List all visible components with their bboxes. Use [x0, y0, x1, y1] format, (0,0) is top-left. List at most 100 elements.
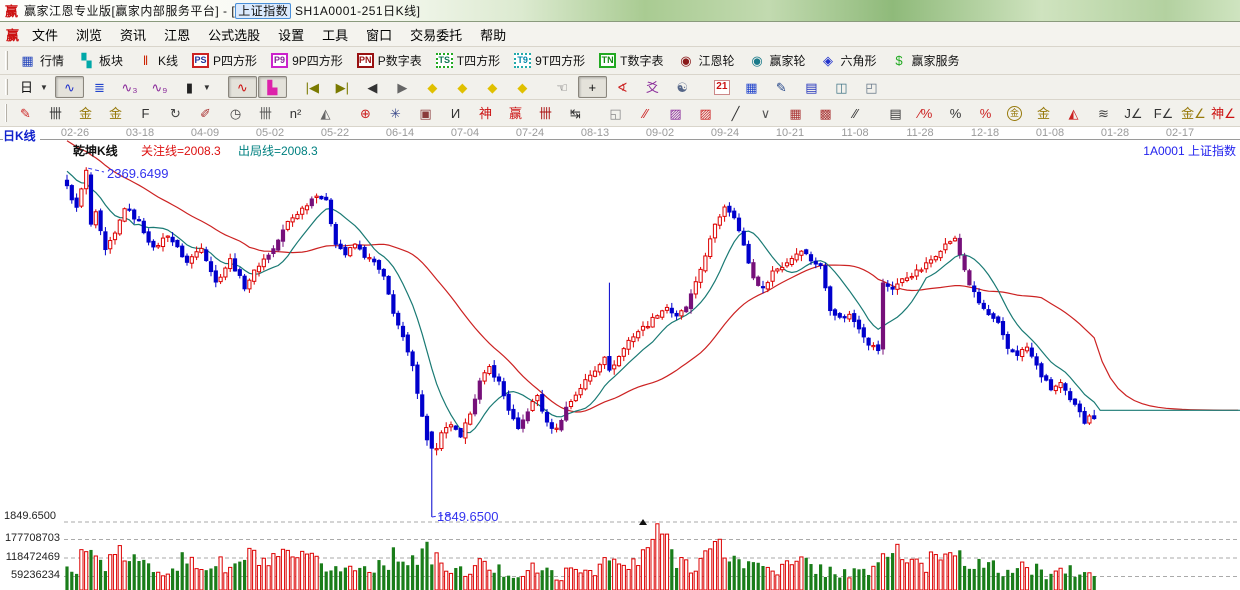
k-mark-tool[interactable]: И — [441, 102, 470, 124]
chart-canvas[interactable] — [0, 140, 1240, 590]
shen-tool[interactable]: 神 — [471, 102, 500, 124]
sectors-button[interactable]: ▚ 板块 — [72, 50, 129, 72]
wave-9-icon[interactable]: ∿₉ — [145, 76, 174, 98]
spiral-tool[interactable]: ↻ — [161, 102, 190, 124]
angle-measure-button[interactable]: ∢ — [608, 76, 637, 98]
ray-box-tool[interactable]: ▨ — [661, 102, 690, 124]
analysis-button[interactable]: ☯ — [668, 76, 697, 98]
gann-wheel-small-tool[interactable]: ⊕ — [351, 102, 380, 124]
quotes-button[interactable]: ▦ 行情 — [13, 50, 70, 72]
ruler-2-tool[interactable]: 卌 — [251, 102, 280, 124]
f-ruler-tool[interactable]: F — [131, 102, 160, 124]
gann-tools-button[interactable]: 爻 — [638, 76, 667, 98]
gold-angle-tool[interactable]: 金∠ — [1179, 102, 1208, 124]
percent-table-tool[interactable]: ▤ — [881, 102, 910, 124]
angle-guide-tool[interactable]: ◭ — [311, 102, 340, 124]
analysis-button-icon: ☯ — [676, 79, 689, 95]
check-wave-tool[interactable]: ∨ — [751, 102, 780, 124]
gold-line-tool[interactable]: 金 — [1029, 102, 1058, 124]
scale-left-button[interactable]: ◆ — [418, 76, 447, 98]
pan-hand-button[interactable]: ☜ — [548, 76, 577, 98]
parallel-lines-tool[interactable]: ∕∕ — [841, 102, 870, 124]
wave-overlay-tool[interactable]: ≋ — [1089, 102, 1118, 124]
prev-page-button[interactable]: ◀ — [358, 76, 387, 98]
square-target-tool[interactable]: ▣ — [411, 102, 440, 124]
cycle-clock-tool[interactable]: ◷ — [221, 102, 250, 124]
slash-percent-tool[interactable]: ∕% — [911, 102, 940, 124]
network-data-button[interactable]: ◫ — [827, 76, 856, 98]
first-page-button[interactable]: |◀ — [298, 76, 327, 98]
gold-circle-tool[interactable]: 金 — [1001, 102, 1028, 124]
sectors-button-icon: ▚ — [81, 53, 92, 68]
selection-box-tool[interactable]: ◱ — [601, 102, 630, 124]
trend-zigzag-icon[interactable]: ∿ — [54, 76, 84, 98]
calendar-button[interactable]: 21 — [708, 76, 736, 98]
ray-box-filled-tool[interactable]: ▨ — [691, 102, 720, 124]
menu-窗口[interactable]: 窗口 — [357, 26, 401, 45]
nine-t-square-button[interactable]: T9 9T四方形 — [508, 50, 591, 72]
golden-grid-tool[interactable]: 金 — [101, 102, 130, 124]
k-mark-tool-icon: И — [450, 105, 461, 121]
nine-t-square-button-icon: T9 — [514, 53, 532, 68]
ray-fan-tool[interactable]: ∕∕ — [631, 102, 660, 124]
chip-peak-tool[interactable]: ◭ — [1059, 102, 1088, 124]
calculator-button-icon: ▦ — [745, 79, 758, 95]
qiankun-kline-icon[interactable]: ∿ — [227, 76, 257, 98]
gann-wheel-button[interactable]: ◉ 江恩轮 — [671, 50, 740, 72]
winner-wheel-button[interactable]: ◉ 赢家轮 — [742, 50, 811, 72]
trend-line-tool-icon: ╱ — [731, 105, 740, 121]
winner-service-button[interactable]: $ 赢家服务 — [885, 50, 966, 72]
low-price-label: 1849.6500 — [437, 509, 499, 524]
measure-width-tool[interactable]: ↹ — [561, 102, 590, 124]
menu-工具[interactable]: 工具 — [313, 26, 357, 45]
t-square-button[interactable]: TS T四方形 — [430, 50, 506, 72]
local-data-button[interactable]: ◰ — [857, 76, 886, 98]
menu-文件[interactable]: 文件 — [23, 26, 67, 45]
wave-3-icon[interactable]: ∿₃ — [115, 76, 144, 98]
info-panel-icon[interactable]: ≣ — [85, 76, 114, 98]
p-number-table-button[interactable]: PN P数字表 — [351, 50, 428, 72]
date-tick: 01-08 — [1035, 127, 1065, 139]
brush-tool[interactable]: ✎ — [11, 102, 40, 124]
volume-profile-icon[interactable]: ▙ — [257, 76, 287, 98]
menu-交易委托[interactable]: 交易委托 — [401, 26, 471, 45]
star-grid-tool[interactable]: ✳ — [381, 102, 410, 124]
golden-arc-tool[interactable]: 金 — [71, 102, 100, 124]
period-day-selector[interactable]: 日 ▼ — [12, 76, 54, 98]
nine-p-square-button[interactable]: P9 9P四方形 — [265, 50, 349, 72]
ruler-123-tool[interactable]: 卌 — [531, 102, 560, 124]
last-page-button[interactable]: ▶| — [328, 76, 357, 98]
hexagon-button[interactable]: ◈ 六角形 — [814, 50, 883, 72]
scale-expand-button[interactable]: ◆ — [478, 76, 507, 98]
f-angle-tool[interactable]: F∠ — [1149, 102, 1178, 124]
menu-设置[interactable]: 设置 — [269, 26, 313, 45]
menu-公式选股[interactable]: 公式选股 — [199, 26, 269, 45]
grid-frame-tool[interactable]: ▩ — [811, 102, 840, 124]
shen-angle-tool[interactable]: 神∠ — [1209, 102, 1238, 124]
ruler-ticks-tool[interactable]: 卌 — [41, 102, 70, 124]
gann-brush-tool[interactable]: ✐ — [191, 102, 220, 124]
save-button[interactable]: ▤ — [797, 76, 826, 98]
percent-line-tool[interactable]: % — [971, 102, 1000, 124]
menu-浏览[interactable]: 浏览 — [67, 26, 111, 45]
candle-style-selector[interactable]: ▮ ▼ — [175, 76, 217, 98]
calculator-button[interactable]: ▦ — [737, 76, 766, 98]
kline-button[interactable]: ‖ K线 — [131, 50, 184, 72]
grid-fill-tool[interactable]: ▦ — [781, 102, 810, 124]
ying-tool[interactable]: 赢 — [501, 102, 530, 124]
n-square-tool[interactable]: n² — [281, 102, 310, 124]
crosshair-button[interactable]: + — [577, 76, 607, 98]
notes-button[interactable]: ✎ — [767, 76, 796, 98]
scale-compress-button[interactable]: ◆ — [508, 76, 537, 98]
scale-right-button[interactable]: ◆ — [448, 76, 477, 98]
menu-江恩[interactable]: 江恩 — [155, 26, 199, 45]
t-number-table-button[interactable]: TN T数字表 — [593, 50, 669, 72]
trend-line-tool[interactable]: ╱ — [721, 102, 750, 124]
p-square-button[interactable]: PS P四方形 — [186, 50, 263, 72]
menu-帮助[interactable]: 帮助 — [471, 26, 515, 45]
p-number-table-button-label: P数字表 — [377, 54, 422, 68]
percent-tool[interactable]: % — [941, 102, 970, 124]
j-angle-tool[interactable]: J∠ — [1119, 102, 1148, 124]
menu-资讯[interactable]: 资讯 — [111, 26, 155, 45]
next-page-button[interactable]: ▶ — [388, 76, 417, 98]
